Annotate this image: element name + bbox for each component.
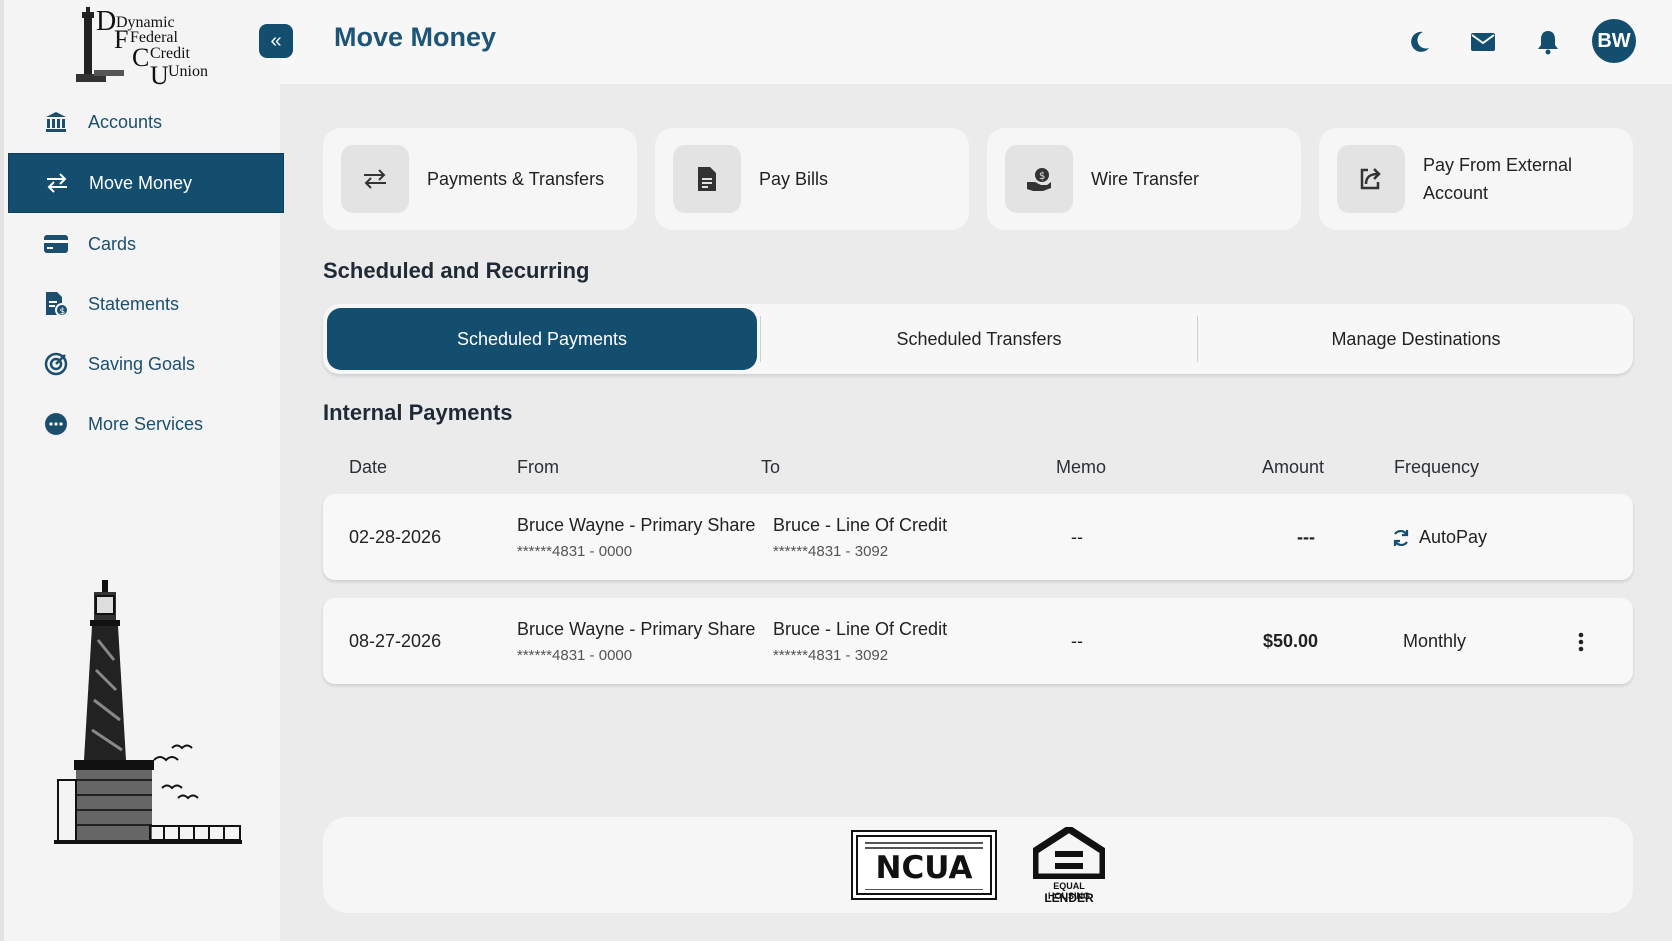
payment-to-account: ******4831 - 3092 bbox=[773, 543, 889, 560]
sidebar-item-accounts[interactable]: Accounts bbox=[8, 92, 284, 152]
svg-text:U: U bbox=[150, 61, 169, 86]
lighthouse-illustration bbox=[54, 580, 242, 844]
page-title: Move Money bbox=[334, 22, 497, 52]
payment-to: Bruce - Line Of Credit bbox=[773, 515, 948, 535]
bell-icon[interactable] bbox=[1533, 27, 1563, 57]
bank-icon bbox=[42, 108, 70, 136]
sidebar-item-statements[interactable]: $ Statements bbox=[8, 274, 284, 334]
ncua-label: NCUA bbox=[875, 850, 973, 886]
quick-action-label: Account bbox=[1423, 183, 1489, 203]
payment-date: 02-28-2026 bbox=[349, 527, 442, 547]
quick-action-label: Pay From External bbox=[1423, 155, 1573, 175]
tab-manage-destinations[interactable]: Manage Destinations bbox=[1201, 308, 1631, 370]
card-icon bbox=[42, 230, 70, 258]
payment-to: Bruce - Line Of Credit bbox=[773, 619, 948, 639]
pay-bills-card[interactable]: Pay Bills bbox=[655, 128, 969, 230]
table-row[interactable]: 02-28-2026 Bruce Wayne - Primary Share *… bbox=[323, 494, 1633, 580]
payment-amount: --- bbox=[1297, 527, 1315, 547]
sidebar-item-label: Move Money bbox=[89, 172, 193, 193]
more-icon bbox=[42, 410, 70, 438]
column-header-memo: Memo bbox=[1056, 457, 1107, 477]
money-hand-icon: $ bbox=[1005, 145, 1073, 213]
payment-from-account: ******4831 - 0000 bbox=[517, 543, 633, 560]
sidebar-item-move-money[interactable]: Move Money bbox=[8, 153, 284, 213]
svg-text:$: $ bbox=[1039, 171, 1045, 182]
scheduled-section-title: Scheduled and Recurring bbox=[323, 258, 590, 283]
sidebar-item-label: Cards bbox=[88, 233, 137, 254]
sidebar-item-label: Statements bbox=[88, 293, 180, 314]
table-row[interactable]: 08-27-2026 Bruce Wayne - Primary Share *… bbox=[323, 598, 1633, 684]
payment-from: Bruce Wayne - Primary Share bbox=[517, 515, 756, 535]
payment-memo: -- bbox=[1071, 527, 1083, 547]
payment-from: Bruce Wayne - Primary Share bbox=[517, 619, 756, 639]
equal-housing-lender-logo: EQUAL HOUSING LENDER bbox=[1031, 824, 1107, 905]
document-icon bbox=[673, 145, 741, 213]
payment-to-account: ******4831 - 3092 bbox=[773, 647, 889, 664]
svg-text:Credit: Credit bbox=[150, 45, 191, 62]
column-header-amount: Amount bbox=[1262, 457, 1325, 477]
payments-transfers-card[interactable]: Payments & Transfers bbox=[323, 128, 637, 230]
quick-action-label: Pay Bills bbox=[759, 169, 829, 189]
pay-from-external-card[interactable]: Pay From External Account bbox=[1319, 128, 1633, 230]
ncua-fine-print bbox=[865, 842, 983, 844]
tab-scheduled-transfers[interactable]: Scheduled Transfers bbox=[764, 308, 1194, 370]
ncua-fine-print bbox=[865, 889, 983, 890]
payment-frequency: Monthly bbox=[1403, 631, 1467, 651]
svg-text:C: C bbox=[132, 43, 149, 72]
quick-action-label: Payments & Transfers bbox=[427, 169, 605, 189]
scheduled-tabs: Scheduled Payments Scheduled Transfers M… bbox=[323, 304, 1633, 374]
double-chevron-left-icon: « bbox=[270, 29, 282, 52]
moon-icon[interactable] bbox=[1404, 27, 1434, 57]
column-header-frequency: Frequency bbox=[1394, 457, 1480, 477]
sidebar-item-saving-goals[interactable]: Saving Goals bbox=[8, 334, 284, 394]
internal-payments-title: Internal Payments bbox=[323, 400, 513, 425]
sidebar-item-more-services[interactable]: More Services bbox=[8, 394, 284, 454]
arrows-icon bbox=[341, 145, 409, 213]
credit-union-logo[interactable]: D Dynamic F Federal C Credit U Union bbox=[74, 4, 224, 86]
ncua-fine-print bbox=[865, 847, 983, 849]
tab-divider bbox=[1197, 316, 1198, 362]
sidebar-item-cards[interactable]: Cards bbox=[8, 214, 284, 274]
quick-action-label: Wire Transfer bbox=[1091, 169, 1200, 189]
sidebar: D Dynamic F Federal C Credit U Union Acc… bbox=[0, 0, 284, 941]
user-avatar[interactable]: BW bbox=[1592, 19, 1636, 63]
wire-transfer-card[interactable]: $ Wire Transfer bbox=[987, 128, 1301, 230]
footer: NCUA EQUAL HOUSING LENDER bbox=[323, 817, 1633, 913]
sidebar-item-label: More Services bbox=[88, 413, 204, 434]
external-share-icon bbox=[1337, 145, 1405, 213]
transfer-icon bbox=[43, 169, 71, 197]
payment-memo: -- bbox=[1071, 631, 1083, 651]
column-header-date: Date bbox=[349, 457, 388, 477]
house-icon bbox=[1031, 824, 1107, 881]
lender-text: LENDER bbox=[1044, 891, 1094, 905]
mail-icon[interactable] bbox=[1468, 27, 1498, 57]
svg-text:Union: Union bbox=[168, 63, 208, 80]
column-header-to: To bbox=[761, 457, 781, 477]
statement-icon: $ bbox=[42, 290, 70, 318]
tab-divider bbox=[760, 316, 761, 362]
payment-date: 08-27-2026 bbox=[349, 631, 442, 651]
svg-text:$: $ bbox=[60, 307, 66, 317]
ncua-logo: NCUA bbox=[851, 830, 997, 900]
payment-from-account: ******4831 - 0000 bbox=[517, 647, 633, 664]
payment-amount: $50.00 bbox=[1263, 631, 1319, 651]
sidebar-item-label: Saving Goals bbox=[88, 353, 196, 374]
payment-frequency: AutoPay bbox=[1419, 527, 1488, 547]
row-more-options-icon[interactable] bbox=[1571, 628, 1591, 656]
column-header-from: From bbox=[517, 457, 559, 477]
tab-scheduled-payments[interactable]: Scheduled Payments bbox=[327, 308, 757, 370]
target-icon bbox=[42, 350, 70, 378]
sidebar-item-label: Accounts bbox=[88, 111, 163, 132]
svg-text:F: F bbox=[114, 25, 128, 54]
autopay-refresh-icon bbox=[1393, 529, 1409, 546]
collapse-sidebar-button[interactable]: « bbox=[259, 24, 293, 58]
